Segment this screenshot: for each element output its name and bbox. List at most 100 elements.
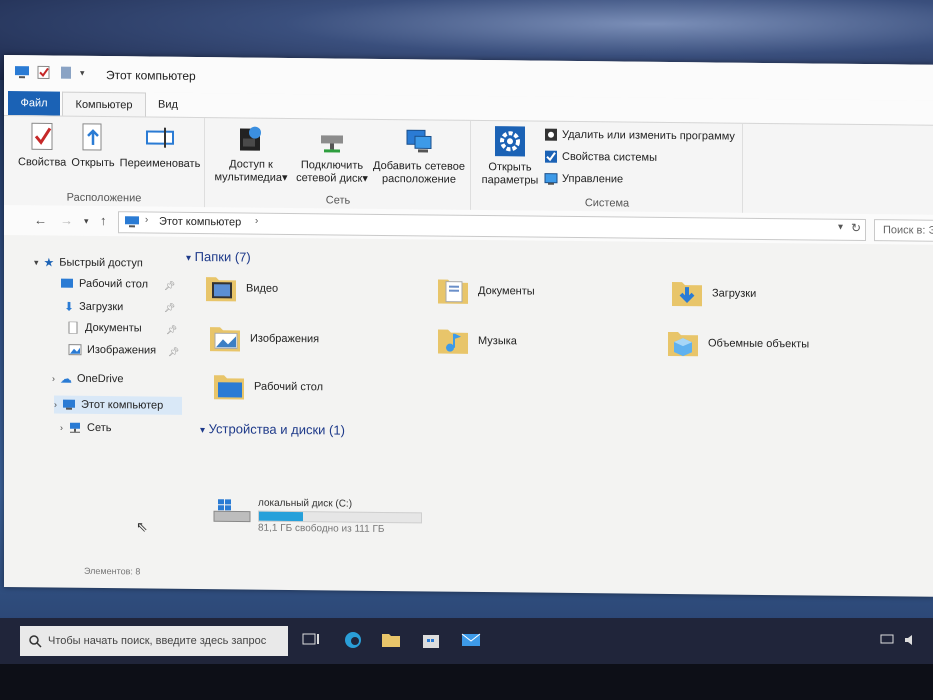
navigation-pane: ▾ ★ Быстрый доступ Рабочий стол 📌︎ ⬇ Заг… [4, 241, 186, 573]
mouse-cursor-icon: ⇖ [136, 518, 148, 535]
folder-pictures[interactable]: Изображения [208, 323, 319, 354]
uninstall-program-button[interactable]: Удалить или изменить программу [544, 128, 735, 144]
rename-icon [146, 127, 174, 148]
open-icon [82, 123, 102, 151]
up-arrow-icon[interactable]: ↑ [100, 213, 107, 228]
computer-icon [63, 399, 75, 410]
breadcrumb-separator-icon: › [255, 215, 259, 227]
drive-usage-fill [259, 511, 303, 522]
sidebar-item-pictures[interactable]: Изображения [68, 344, 156, 357]
chevron-down-icon: ▾ [282, 171, 288, 184]
computer-icon [15, 66, 29, 79]
folder-downloads[interactable]: Загрузки [670, 278, 756, 309]
downloads-folder-icon [672, 281, 702, 307]
sidebar-item-quick-access[interactable]: ▾ ★ Быстрый доступ [34, 255, 143, 270]
pin-icon[interactable]: 📌︎ [166, 325, 177, 336]
drive-free-space: 81,1 ГБ свободно из 111 ГБ [258, 522, 385, 535]
3d-objects-folder-icon [668, 331, 698, 357]
tab-file[interactable]: Файл [8, 91, 60, 116]
hard-drive-icon [213, 499, 251, 523]
network-icon [70, 422, 80, 433]
breadcrumb-path: Этот компьютер [159, 215, 242, 229]
chevron-down-icon: ▾ [186, 252, 192, 264]
address-box[interactable]: › Этот компьютер › ▾ ↻ [118, 211, 866, 242]
chevron-right-icon: › [54, 399, 57, 410]
volume-icon[interactable] [904, 634, 918, 646]
quick-access-toolbar: ▾ [14, 65, 85, 80]
status-bar-item-count: Элементов: 8 [84, 565, 141, 577]
properties-check-icon [31, 122, 53, 151]
system-properties-button[interactable]: Свойства системы [544, 150, 657, 165]
tab-computer[interactable]: Компьютер [62, 91, 146, 118]
sidebar-item-desktop[interactable]: Рабочий стол [60, 278, 148, 291]
devices-section-header[interactable]: ▾ Устройства и диски (1) [200, 421, 345, 437]
recent-chevron-icon[interactable]: ▾ [84, 216, 89, 227]
chevron-down-icon: ▾ [362, 172, 368, 185]
folder-music[interactable]: Музыка [436, 326, 517, 357]
ribbon-group-location: Свойства Открыть Переименовать Расположе… [4, 116, 205, 209]
edge-browser-icon[interactable] [342, 630, 364, 650]
chevron-down-icon: ▾ [200, 425, 206, 437]
back-arrow-icon[interactable]: ← [34, 212, 47, 227]
media-access-button[interactable]: Доступ к мультимедиа▾ [212, 122, 290, 185]
drive-name: локальный диск (C:) [258, 497, 353, 510]
search-input[interactable]: Поиск в: Э [874, 219, 933, 242]
address-dropdown-icon[interactable]: ▾ [838, 222, 843, 233]
refresh-icon[interactable]: ↻ [851, 221, 861, 235]
monitor-bezel [0, 664, 933, 700]
network-location-icon [406, 129, 432, 153]
properties-button[interactable]: Свойства [18, 120, 66, 170]
uninstall-icon [545, 128, 557, 141]
ribbon-group-label: Система [584, 197, 630, 210]
folders-section-header[interactable]: ▾ Папки (7) [186, 249, 251, 265]
music-folder-icon [438, 329, 468, 354]
ribbon-group-label: Сеть [325, 194, 351, 207]
mail-icon[interactable] [460, 630, 482, 650]
sidebar-item-documents[interactable]: Документы [66, 321, 142, 334]
manage-button[interactable]: Управление [544, 172, 623, 187]
search-icon [29, 635, 42, 648]
task-view-icon[interactable] [300, 630, 322, 650]
chevron-down-icon[interactable]: ▾ [80, 67, 85, 78]
folder-desktop[interactable]: Рабочий стол [212, 371, 323, 402]
folder-videos[interactable]: Видео [204, 273, 278, 304]
star-icon: ★ [43, 255, 55, 270]
taskbar-search-input[interactable]: Чтобы начать поиск, введите здесь запрос [20, 626, 288, 656]
system-properties-icon [545, 150, 557, 163]
download-arrow-icon: ⬇ [64, 299, 75, 314]
sidebar-item-onedrive[interactable]: › ☁ OneDrive [52, 372, 123, 387]
cloud-icon: ☁ [60, 371, 72, 386]
open-settings-button[interactable]: Открыть параметры [478, 125, 542, 188]
store-icon[interactable] [420, 630, 442, 650]
taskbar: Чтобы начать поиск, введите здесь запрос [0, 618, 933, 664]
ribbon: Свойства Открыть Переименовать Расположе… [4, 115, 933, 217]
breadcrumb-separator-icon: › [145, 214, 149, 226]
network-status-icon[interactable] [880, 634, 894, 646]
forward-arrow-icon[interactable]: → [60, 213, 73, 228]
pin-icon[interactable]: 📌︎ [164, 281, 175, 292]
properties-quick-icon[interactable] [36, 65, 52, 79]
map-network-drive-button[interactable]: Подключить сетевой диск▾ [294, 123, 370, 186]
file-explorer-taskbar-icon[interactable] [380, 630, 402, 650]
sidebar-item-network[interactable]: › Сеть [60, 422, 111, 434]
folder-3d-objects[interactable]: Объемные объекты [666, 328, 809, 359]
documents-folder-icon [438, 279, 468, 304]
manage-icon [544, 173, 558, 185]
add-network-location-button[interactable]: Добавить сетевое расположение [372, 124, 466, 187]
folder-documents[interactable]: Документы [436, 276, 535, 307]
ribbon-group-network: Доступ к мультимедиа▾ Подключить сетевой… [206, 118, 471, 211]
chevron-right-icon: › [52, 373, 55, 384]
rename-button[interactable]: Переименовать [118, 121, 202, 171]
media-icon [240, 126, 261, 151]
tab-view[interactable]: Вид [148, 93, 188, 117]
sidebar-item-downloads[interactable]: ⬇ Загрузки [64, 300, 123, 315]
desktop-folder-icon [214, 375, 244, 400]
network-drive-icon [321, 135, 343, 153]
new-folder-quick-icon[interactable] [58, 66, 74, 80]
pin-icon[interactable]: 📌︎ [164, 303, 175, 314]
chevron-right-icon: › [60, 422, 63, 433]
file-explorer-window: ▾ Этот компьютер Файл Компьютер Вид Свой… [4, 55, 933, 597]
pin-icon[interactable]: 📌︎ [168, 347, 179, 358]
sidebar-item-this-pc[interactable]: › Этот компьютер [54, 395, 182, 415]
open-button[interactable]: Открыть [70, 121, 116, 170]
